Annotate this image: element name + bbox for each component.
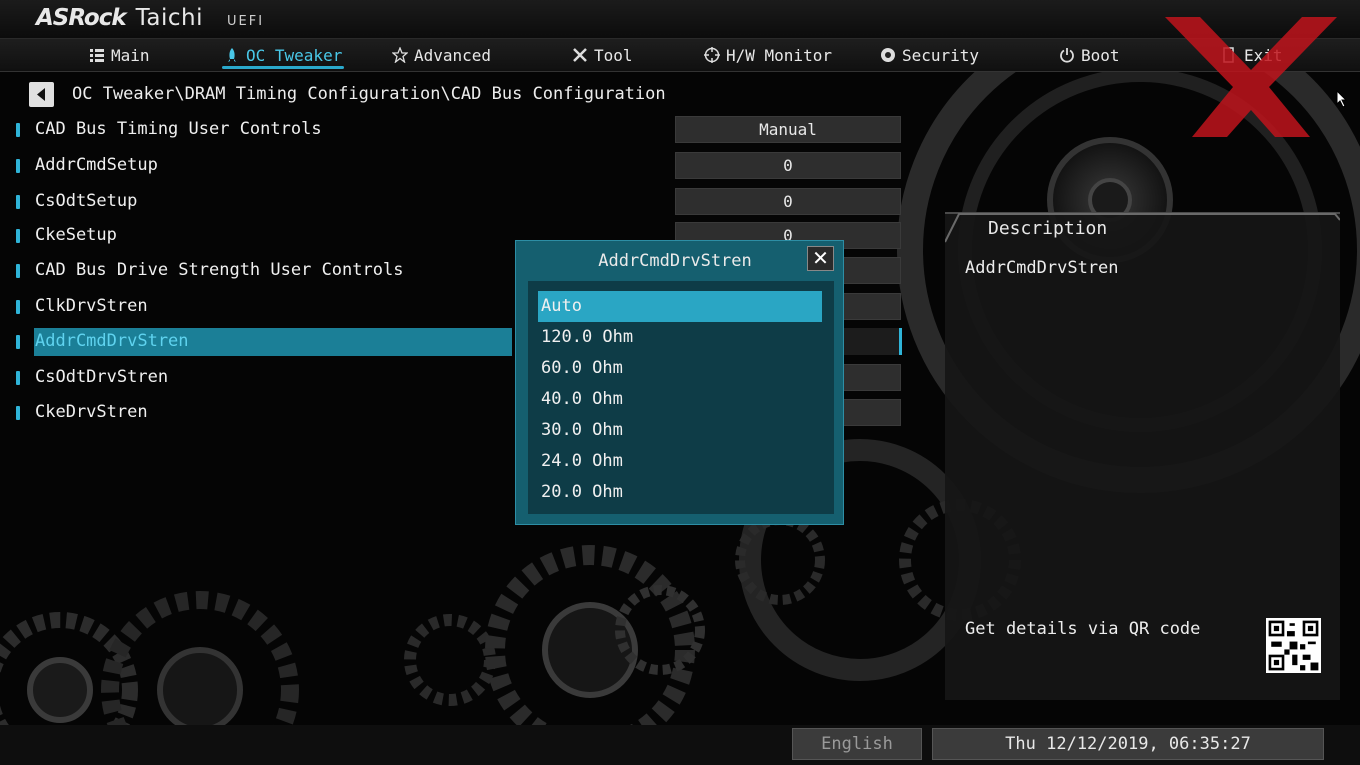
brand-logo: ASRock Taichi UEFI [36,5,264,31]
shield-icon [881,48,895,62]
rocket-icon [228,48,236,62]
row-bullet [16,371,20,385]
setting-label: ClkDrvStren [35,296,148,316]
setting-value-field[interactable]: 0 [675,188,901,215]
list-icon [90,49,104,62]
setting-label: CAD Bus Drive Strength User Controls [35,260,404,280]
row-bullet [16,406,20,420]
setting-label: CkeDrvStren [35,402,148,422]
power-icon [1060,48,1074,63]
tab-advanced[interactable]: Advanced [392,39,491,71]
popup-option[interactable]: 30.0 Ohm [538,415,822,446]
brand-bar: ASRock Taichi UEFI [0,0,1360,38]
tab-label: Security [902,45,980,65]
brand-maker: ASRock [36,5,127,31]
tab-tool[interactable]: Tool [572,39,633,71]
tab-security[interactable]: Security [880,39,979,71]
popup-title: AddrCmdDrvStren [598,251,752,271]
row-bullet [16,195,20,209]
popup-option[interactable]: 40.0 Ohm [538,384,822,415]
breadcrumb: OC Tweaker\DRAM Timing Configuration\CAD… [72,84,666,104]
row-bullet [16,264,20,278]
tab-label: H/W Monitor [726,45,832,65]
popup-option-selected[interactable]: Auto [538,291,822,322]
qr-label: Get details via QR code [965,619,1201,639]
tab-label: Tool [594,45,633,65]
row-bullet [16,335,20,349]
tab-boot[interactable]: Boot [1059,39,1120,71]
tab-hw-monitor[interactable]: H/W Monitor [704,39,832,71]
tab-main[interactable]: Main [89,39,150,71]
setting-label: CsOdtSetup [35,191,138,211]
row-bullet [16,229,20,243]
setting-label: CsOdtDrvStren [35,367,169,387]
datetime-display: Thu 12/12/2019, 06:35:27 [932,728,1324,760]
tools-icon [573,48,587,62]
row-bullet [16,159,20,173]
arrow-left-icon [37,88,45,101]
row-bullet [16,123,20,137]
tab-label: OC Tweaker [246,45,343,65]
popup-option[interactable]: 60.0 Ohm [538,353,822,384]
watermark-logo [1165,17,1337,137]
description-text: AddrCmdDrvStren [965,258,1119,278]
tab-oc-tweaker[interactable]: OC Tweaker [221,39,345,71]
row-bullet [16,300,20,314]
setting-row[interactable]: AddrCmdSetup 0 [0,152,905,180]
setting-label: AddrCmdSetup [35,155,158,175]
popup-option[interactable]: 20.0 Ohm [538,477,822,508]
setting-label: CAD Bus Timing User Controls [35,119,322,139]
popup-option[interactable]: 24.0 Ohm [538,446,822,477]
description-title: Description [988,218,1108,239]
crosshair-icon [704,47,720,63]
tab-label: Boot [1081,45,1120,65]
firmware-label: UEFI [227,14,265,29]
qr-code-icon [1266,618,1321,673]
setting-value-field[interactable]: 0 [675,152,901,179]
back-button[interactable] [29,82,54,107]
close-button[interactable]: ✕ [807,246,834,271]
popup-option[interactable]: 120.0 Ohm [538,322,822,353]
setting-label: CkeSetup [35,225,117,245]
setting-row[interactable]: CAD Bus Timing User Controls Manual [0,116,905,144]
setting-row[interactable]: CsOdtSetup 0 [0,188,905,216]
setting-value-button[interactable]: Manual [675,116,901,143]
tab-label: Main [111,45,150,65]
top-nav: Main OC Tweaker Advanced Tool H/W Monito… [0,38,1360,72]
language-button[interactable]: English [792,728,922,760]
brand-model: Taichi [135,5,204,31]
close-icon: ✕ [812,246,829,270]
mouse-cursor-icon [1336,90,1348,108]
setting-label: AddrCmdDrvStren [35,331,189,351]
star-icon [392,47,408,63]
tab-label: Advanced [414,45,492,65]
